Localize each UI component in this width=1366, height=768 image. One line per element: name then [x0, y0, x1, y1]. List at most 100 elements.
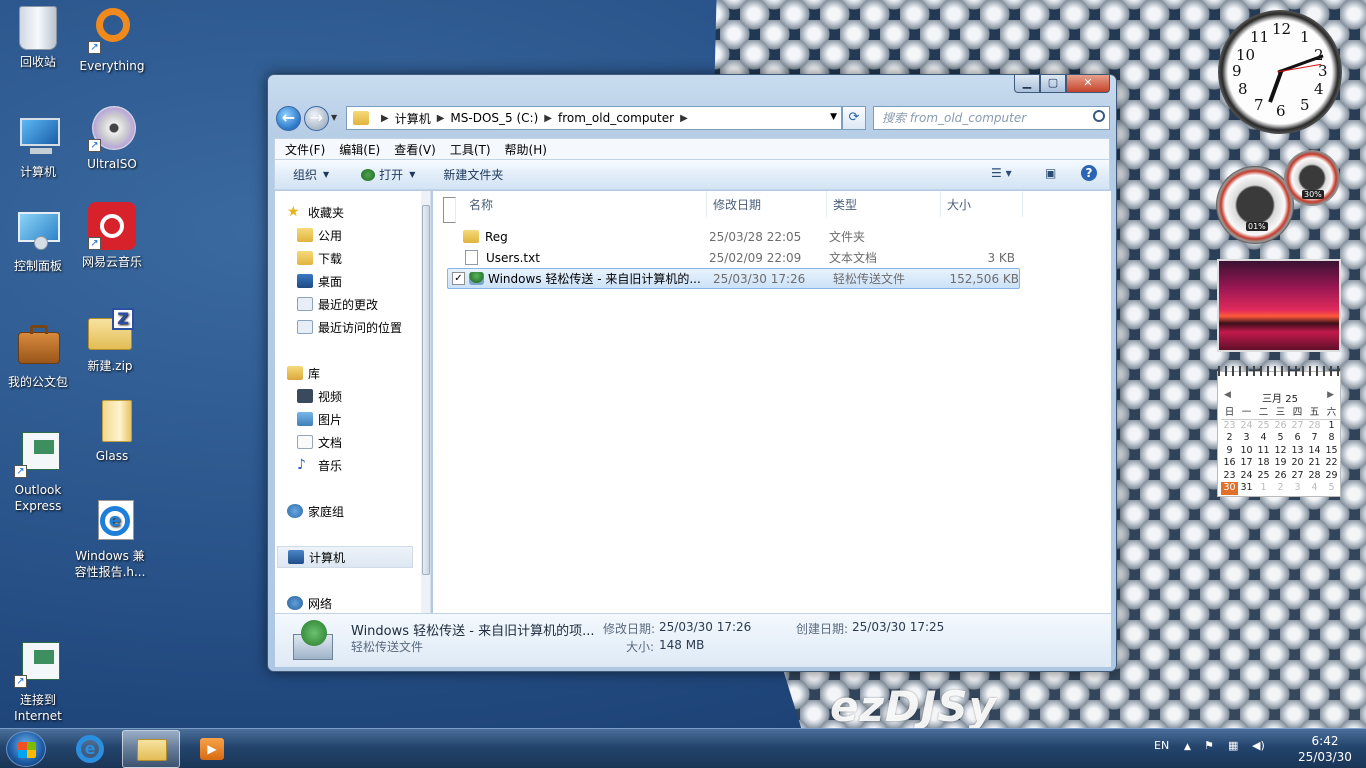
- select-all-checkbox-cell[interactable]: [433, 191, 463, 223]
- forward-button[interactable]: →: [304, 106, 329, 131]
- desktop-icon-netease-music[interactable]: ↗ 网易云音乐: [74, 202, 150, 270]
- menu-view[interactable]: 查看(V): [394, 141, 436, 158]
- calendar-day[interactable]: 3: [1289, 482, 1306, 495]
- nav-recent-changes[interactable]: 最近的更改: [297, 293, 430, 315]
- nav-desktop[interactable]: 桌面: [297, 270, 430, 292]
- nav-downloads[interactable]: 下载: [297, 247, 430, 269]
- calendar-day[interactable]: 16: [1221, 457, 1238, 470]
- calendar-day[interactable]: 4: [1306, 482, 1323, 495]
- calendar-day[interactable]: 8: [1323, 432, 1340, 445]
- scrollbar-thumb[interactable]: [422, 205, 430, 575]
- calendar-day[interactable]: 2: [1221, 432, 1238, 445]
- address-bar[interactable]: ▶ 计算机 ▶ MS-DOS_5 (C:) ▶ from_old_compute…: [346, 106, 842, 130]
- nav-recent-places[interactable]: 最近访问的位置: [297, 316, 430, 338]
- calendar-day[interactable]: 13: [1289, 445, 1306, 458]
- desktop-icon-glass[interactable]: Glass: [74, 396, 150, 464]
- calendar-day[interactable]: 24: [1238, 420, 1255, 433]
- nav-videos[interactable]: 视频: [297, 385, 430, 407]
- row-checkbox[interactable]: ✓: [452, 272, 465, 285]
- calendar-day[interactable]: 19: [1272, 457, 1289, 470]
- open-button[interactable]: 打开 ▼: [361, 166, 415, 183]
- show-hidden-icons-icon[interactable]: ▲: [1184, 742, 1191, 752]
- calendar-day[interactable]: 2: [1272, 482, 1289, 495]
- calendar-day[interactable]: 27: [1289, 470, 1306, 483]
- calendar-day[interactable]: 17: [1238, 457, 1255, 470]
- calendar-day[interactable]: 6: [1289, 432, 1306, 445]
- calendar-day[interactable]: 12: [1272, 445, 1289, 458]
- network-tray-icon[interactable]: ▦: [1228, 739, 1238, 752]
- chevron-right-icon[interactable]: ▶: [544, 113, 552, 124]
- recent-pages-dropdown[interactable]: ▼: [331, 113, 337, 122]
- calendar-day[interactable]: 27: [1289, 420, 1306, 433]
- desktop-icon-compat-report[interactable]: e Windows 兼容性报告.h...: [72, 496, 148, 580]
- file-row[interactable]: Users.txt 25/02/09 22:09 文本文档 3 KB: [447, 247, 1020, 268]
- nav-scrollbar[interactable]: [421, 191, 430, 613]
- calendar-day[interactable]: 26: [1272, 470, 1289, 483]
- desktop-icon-briefcase[interactable]: 我的公文包: [0, 322, 76, 390]
- address-dropdown-icon[interactable]: ▼: [830, 112, 837, 122]
- column-header-modified[interactable]: 修改日期: [707, 191, 827, 217]
- calendar-day[interactable]: 10: [1238, 445, 1255, 458]
- new-folder-button[interactable]: 新建文件夹: [443, 166, 503, 183]
- volume-icon[interactable]: ◀): [1252, 739, 1265, 752]
- taskbar-clock[interactable]: 6:42 25/03/30: [1294, 733, 1356, 765]
- calendar-day[interactable]: 1: [1255, 482, 1272, 495]
- calendar-today[interactable]: 30: [1221, 482, 1238, 495]
- calendar-day[interactable]: 7: [1306, 432, 1323, 445]
- nav-music[interactable]: ♪ 音乐: [297, 454, 430, 476]
- calendar-day[interactable]: 29: [1323, 470, 1340, 483]
- view-options-icon[interactable]: ☰ ▾: [991, 166, 1012, 180]
- slideshow-gadget[interactable]: [1217, 259, 1341, 352]
- desktop-icon-zip[interactable]: Z 新建.zip: [72, 306, 148, 374]
- search-icon[interactable]: [1093, 110, 1105, 122]
- file-row[interactable]: Reg 25/03/28 22:05 文件夹: [447, 226, 1020, 247]
- nav-pictures[interactable]: 图片: [297, 408, 430, 430]
- maximize-button[interactable]: ▢: [1040, 75, 1066, 93]
- calendar-day[interactable]: 26: [1272, 420, 1289, 433]
- menu-edit[interactable]: 编辑(E): [339, 141, 380, 158]
- preview-pane-icon[interactable]: ▣: [1045, 166, 1056, 180]
- calendar-day[interactable]: 5: [1323, 482, 1340, 495]
- cpu-meter-gadget[interactable]: 01%: [1216, 166, 1294, 244]
- calendar-day[interactable]: 5: [1272, 432, 1289, 445]
- calendar-gadget[interactable]: ◀ 三月 25 ▶ 日一二三四五六 23 24 25 26 27 28 1 2 3 4 5 6 7 8 9 10…: [1217, 366, 1342, 497]
- breadcrumb-item[interactable]: MS-DOS_5 (C:): [450, 111, 538, 125]
- calendar-day[interactable]: 18: [1255, 457, 1272, 470]
- desktop-icon-computer[interactable]: 计算机: [0, 112, 76, 180]
- breadcrumb-item[interactable]: 计算机: [395, 110, 431, 127]
- column-header-type[interactable]: 类型: [827, 191, 941, 217]
- chevron-right-icon[interactable]: ▶: [381, 113, 389, 124]
- file-row-selected[interactable]: ✓ Windows 轻松传送 - 来自旧计算机的... 25/03/30 17:…: [447, 268, 1020, 289]
- language-indicator[interactable]: EN: [1154, 739, 1169, 752]
- calendar-day[interactable]: 15: [1323, 445, 1340, 458]
- calendar-day[interactable]: 28: [1306, 420, 1323, 433]
- taskbar-explorer-button[interactable]: [122, 730, 180, 768]
- explorer-window[interactable]: ▁ ▢ ✕ ← → ▼ ▶ 计算机 ▶ MS-DOS_5 (C:) ▶ from…: [267, 74, 1117, 672]
- calendar-day[interactable]: 23: [1221, 420, 1238, 433]
- desktop-icon-connect-internet[interactable]: ↗ 连接到 Internet: [0, 640, 76, 724]
- calendar-day[interactable]: 14: [1306, 445, 1323, 458]
- calendar-day[interactable]: 22: [1323, 457, 1340, 470]
- calendar-day[interactable]: 25: [1255, 470, 1272, 483]
- menu-tools[interactable]: 工具(T): [450, 141, 491, 158]
- menu-help[interactable]: 帮助(H): [505, 141, 547, 158]
- desktop-icon-control-panel[interactable]: 控制面板: [0, 206, 76, 274]
- clock-gadget[interactable]: 12 1 2 3 4 5 6 7 8 9 10 11: [1218, 10, 1342, 134]
- chevron-right-icon[interactable]: ▶: [680, 113, 688, 124]
- calendar-day[interactable]: 1: [1323, 420, 1340, 433]
- calendar-day[interactable]: 9: [1221, 445, 1238, 458]
- organize-button[interactable]: 组织 ▼: [293, 166, 329, 183]
- desktop-icon-ultraiso[interactable]: ↗ UltraISO: [74, 104, 150, 172]
- menu-file[interactable]: 文件(F): [285, 141, 325, 158]
- back-button[interactable]: ←: [276, 106, 301, 131]
- minimize-button[interactable]: ▁: [1014, 75, 1040, 93]
- calendar-day[interactable]: 11: [1255, 445, 1272, 458]
- calendar-day[interactable]: 31: [1238, 482, 1255, 495]
- calendar-day[interactable]: 23: [1221, 470, 1238, 483]
- nav-documents[interactable]: 文档: [297, 431, 430, 453]
- desktop-icon-everything[interactable]: ↗ Everything: [74, 6, 150, 74]
- calendar-day[interactable]: 24: [1238, 470, 1255, 483]
- calendar-day[interactable]: 20: [1289, 457, 1306, 470]
- chevron-right-icon[interactable]: ▶: [437, 113, 445, 124]
- search-input[interactable]: 搜索 from_old_computer: [873, 106, 1110, 130]
